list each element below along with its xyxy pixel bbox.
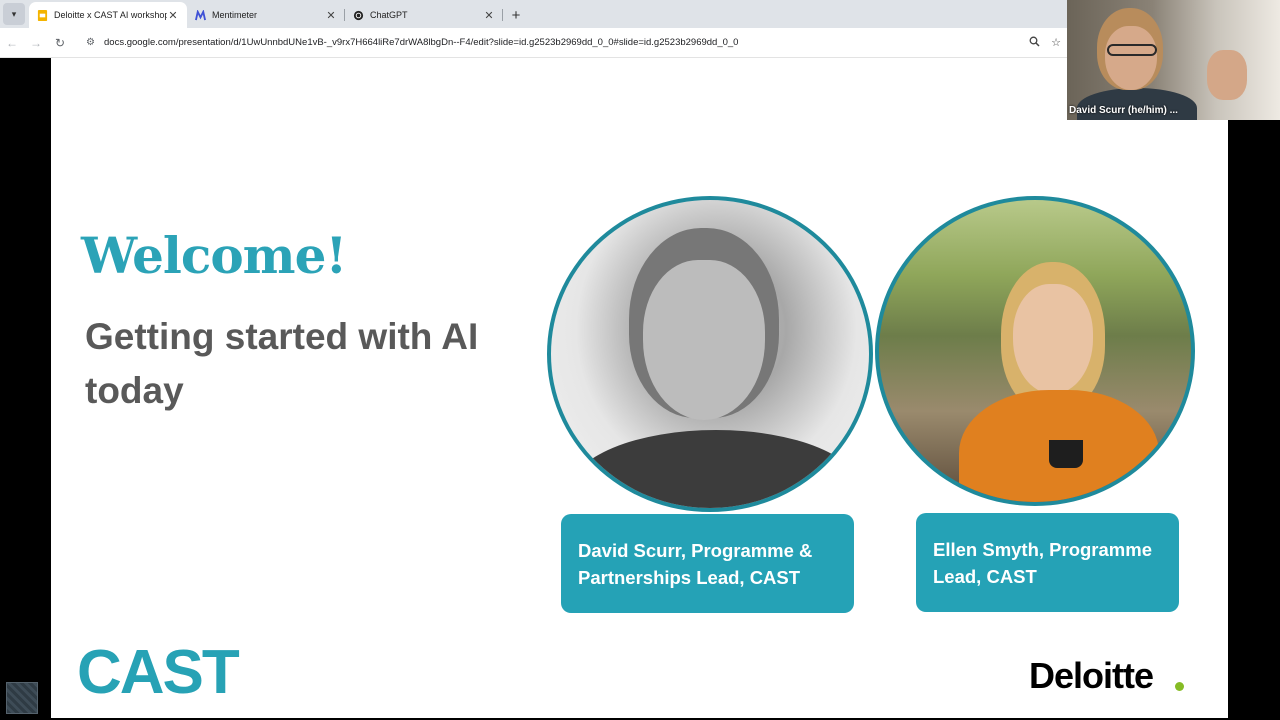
tab-label: Mentimeter [212,10,258,20]
address-bar[interactable]: ⚙ docs.google.com/presentation/d/1UwUnnb… [78,31,1023,55]
chatgpt-icon [353,10,364,20]
tab-chatgpt[interactable]: ChatGPT ✕ [345,2,503,28]
presenter-caption-david: David Scurr, Programme & Partnerships Le… [561,514,854,613]
participant-video-tile[interactable]: David Scurr (he/him) ... [1067,0,1280,120]
deloitte-logo-dot [1175,682,1184,691]
bookmark-star-icon[interactable]: ☆ [1045,36,1067,49]
tab-label: ChatGPT [370,10,408,20]
mentimeter-icon [195,9,206,20]
presentation-slide: Welcome! Getting started with AI today D… [51,58,1228,718]
tab-mentimeter[interactable]: Mentimeter ✕ [187,2,345,28]
slide-heading: Welcome! [81,226,347,285]
presenter-caption-ellen: Ellen Smyth, Programme Lead, CAST [916,513,1179,612]
back-button[interactable]: ← [0,36,24,50]
presenter-photo-ellen [875,196,1195,506]
slide-subtitle: Getting started with AI today [85,316,479,411]
deloitte-logo: Deloitte [1029,655,1154,696]
tab-bar: ▾ Deloitte x CAST AI workshops# ✕ Mentim… [0,0,1067,28]
tab-label: Deloitte x CAST AI workshops# [54,10,167,20]
url-text: docs.google.com/presentation/d/1UwUnnbdU… [104,37,739,48]
presenter-caption-text: David Scurr, Programme & Partnerships Le… [578,539,813,588]
close-tab-icon[interactable]: ✕ [483,9,495,22]
site-info-icon[interactable]: ⚙ [86,37,98,48]
cast-logo: CAST [77,638,240,707]
tab-search-button[interactable]: ▾ [3,3,25,25]
presenter-photo-david [547,196,873,512]
forward-button[interactable]: → [24,36,48,50]
zoom-icon[interactable] [1023,36,1045,50]
reload-button[interactable]: ↻ [48,36,72,50]
tab-slides[interactable]: Deloitte x CAST AI workshops# ✕ [29,2,187,28]
new-tab-button[interactable]: + [503,2,529,28]
self-view-thumbnail[interactable] [6,682,38,714]
browser-toolbar: ← → ↻ ⚙ docs.google.com/presentation/d/1… [0,28,1067,58]
presenter-caption-text: Ellen Smyth, Programme Lead, CAST [933,538,1152,587]
slides-icon [37,9,48,21]
participant-name: David Scurr (he/him) ... [1069,105,1178,116]
close-tab-icon[interactable]: ✕ [167,9,179,22]
close-tab-icon[interactable]: ✕ [325,9,337,22]
